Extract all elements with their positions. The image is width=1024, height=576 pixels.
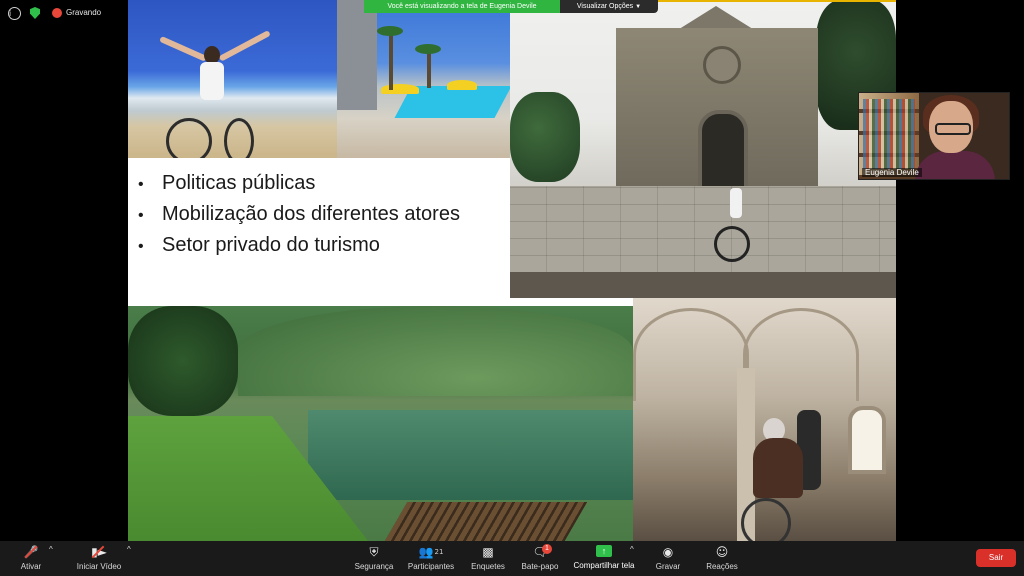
screen-share-banner: Você está visualizando a tela de Eugenia… (364, 0, 560, 13)
shared-screen: • Politicas públicas • Mobilização dos dif… (128, 0, 896, 541)
bar-chart-icon: ▩ (482, 545, 494, 559)
church-ramp-photo (510, 0, 896, 298)
reactions-button[interactable]: ☺ Reações (702, 545, 742, 571)
chat-bubble-icon: 🗨 (532, 545, 548, 559)
recording-label: Gravando (66, 8, 102, 17)
unmute-button[interactable]: 🎤 Ativar (14, 545, 48, 571)
chevron-down-icon: ▼ (635, 4, 642, 10)
participants-button[interactable]: 👥21 Participantes (404, 545, 458, 571)
pool-resort-photo (337, 0, 510, 158)
beach-wheelchair-photo (128, 0, 337, 158)
bullet-item: • Mobilização dos diferentes atores (138, 203, 460, 225)
people-icon: 👥21 (418, 545, 444, 559)
leave-meeting-button[interactable]: Sair (976, 549, 1016, 567)
share-screen-button[interactable]: ↑ Compartilhar tela (570, 545, 638, 570)
recording-icon (52, 8, 62, 18)
bullet-item: • Setor privado do turismo (138, 234, 380, 256)
shield-icon: ⛨ (369, 545, 379, 559)
record-icon: ◉ (662, 545, 674, 559)
river-park-photo (128, 306, 633, 541)
start-video-button[interactable]: ▮► Iniciar Vídeo (72, 545, 126, 571)
chat-unread-badge: 1 (542, 544, 552, 554)
crypt-wheelchair-photo (633, 298, 896, 541)
video-options-caret[interactable]: ^ (127, 545, 131, 554)
participant-name: Eugenia Devile (862, 168, 922, 177)
shield-icon[interactable] (30, 7, 40, 19)
smiley-icon: ☺ (715, 545, 729, 559)
active-speaker-indicator (658, 0, 896, 2)
security-button[interactable]: ⛨ Segurança (352, 545, 396, 571)
view-options-button[interactable]: Visualizar Opções ▼ (560, 0, 658, 13)
bullet-item: • Politicas públicas (138, 172, 316, 194)
participant-video-tile[interactable]: Eugenia Devile (858, 92, 1010, 180)
polls-button[interactable]: ▩ Enquetes (468, 545, 508, 571)
chat-button[interactable]: 🗨 1 Bate-papo (518, 544, 562, 571)
microphone-muted-icon: 🎤 (23, 545, 39, 559)
audio-options-caret[interactable]: ^ (49, 545, 53, 554)
info-icon[interactable]: i (8, 7, 21, 20)
share-options-caret[interactable]: ^ (630, 545, 634, 554)
meeting-toolbar: 🎤 Ativar ^ ▮► Iniciar Vídeo ^ ⛨ Seguranç… (0, 541, 1024, 576)
record-button[interactable]: ◉ Gravar (650, 545, 686, 571)
camera-off-icon: ▮► (91, 545, 107, 559)
share-screen-icon: ↑ (596, 545, 612, 557)
